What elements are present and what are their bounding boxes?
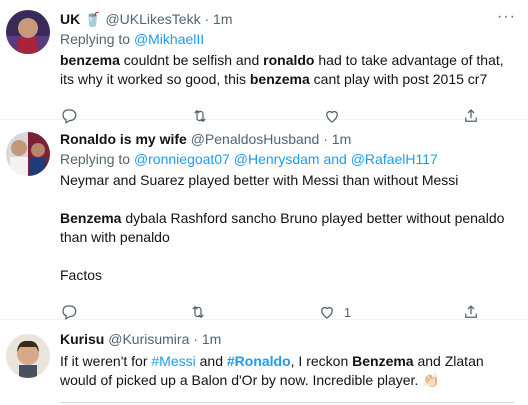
tweet-paragraph: benzema couldnt be selfish and ronaldo h…	[60, 51, 514, 89]
replying-prefix: Replying to	[60, 151, 131, 167]
tweet-header: Kurisu @Kurisumira · 1m	[60, 330, 514, 348]
tweet-paragraph-2: Benzema dybala Rashford sancho Bruno pla…	[60, 209, 514, 247]
text-segment: , I reckon	[290, 353, 353, 369]
handle[interactable]: @PenaldosHusband	[191, 131, 320, 147]
bold-term: benzema	[249, 71, 310, 87]
display-name[interactable]: UK 🥤	[60, 11, 102, 27]
tweet-paragraph: If it weren't for #Messi and #Ronaldo, I…	[60, 352, 514, 390]
bold-term: Benzema	[60, 210, 122, 226]
tweet-paragraph-3: Factos	[60, 267, 103, 283]
tweet-text: If it weren't for #Messi and #Ronaldo, I…	[60, 352, 514, 390]
handle[interactable]: @Kurisumira	[108, 331, 189, 347]
avatar[interactable]	[6, 132, 50, 176]
separator-dot: ·	[204, 11, 210, 27]
tweet-text: benzema couldnt be selfish and ronaldo h…	[60, 51, 514, 89]
separator-dot: ·	[323, 131, 328, 147]
replying-to-link[interactable]: @MikhaelII	[134, 31, 204, 47]
avatar[interactable]	[6, 10, 50, 54]
handle[interactable]: @UKLikesTekk	[105, 11, 200, 27]
bold-term: ronaldo	[263, 52, 315, 68]
replying-to-link[interactable]: @ronniegoat07 @Henrysdam and @RafaelH117	[134, 151, 438, 167]
tweet-3[interactable]: Kurisu @Kurisumira · 1m If it weren't fo…	[0, 320, 528, 405]
like-icon	[320, 306, 333, 319]
hashtag-link[interactable]: #Messi	[151, 353, 195, 369]
hashtag-link[interactable]: #Ronaldo	[227, 353, 291, 369]
text-segment: cant play with post 2015 cr7	[309, 71, 488, 87]
tweet-header: Ronaldo is my wife @PenaldosHusband · 1m	[60, 130, 514, 148]
tweet-paragraph-1: Neymar and Suarez played better with Mes…	[60, 172, 459, 188]
more-icon[interactable]: ···	[497, 8, 516, 26]
retweet-icon	[192, 305, 204, 319]
replying-to: Replying to @MikhaelII	[60, 30, 514, 48]
bold-term: Benzema	[352, 353, 414, 369]
like-button[interactable]: 1	[318, 303, 351, 321]
avatar[interactable]	[6, 334, 50, 378]
replying-prefix: Replying to	[60, 31, 131, 47]
reply-button[interactable]	[60, 303, 78, 321]
retweet-button[interactable]	[189, 303, 207, 321]
text-segment: couldnt be selfish and	[119, 52, 264, 68]
share-icon	[465, 305, 477, 318]
timestamp[interactable]: 1m	[213, 11, 232, 27]
timestamp[interactable]: 1m	[202, 331, 221, 347]
reply-icon	[62, 305, 77, 320]
text-segment: and	[195, 353, 227, 369]
tweet-1[interactable]: UK 🥤 @UKLikesTekk · 1m ··· Replying to @…	[0, 0, 528, 124]
bold-term: benzema	[60, 52, 120, 68]
separator-dot: ·	[193, 331, 198, 347]
text-segment: If it weren't for	[60, 353, 152, 369]
tweet-header: UK 🥤 @UKLikesTekk · 1m	[60, 10, 514, 28]
like-count: 1	[343, 304, 352, 320]
display-name[interactable]: Kurisu	[60, 331, 104, 347]
share-button[interactable]	[462, 303, 480, 321]
tweet-2[interactable]: Ronaldo is my wife @PenaldosHusband · 1m…	[0, 120, 528, 320]
display-name[interactable]: Ronaldo is my wife	[60, 131, 187, 147]
tweet-text: Neymar and Suarez played better with Mes…	[60, 171, 514, 285]
replying-to: Replying to @ronniegoat07 @Henrysdam and…	[60, 150, 514, 168]
paragraph-rest: dybala Rashford sancho Bruno played bett…	[60, 210, 505, 245]
timestamp[interactable]: 1m	[332, 131, 351, 147]
